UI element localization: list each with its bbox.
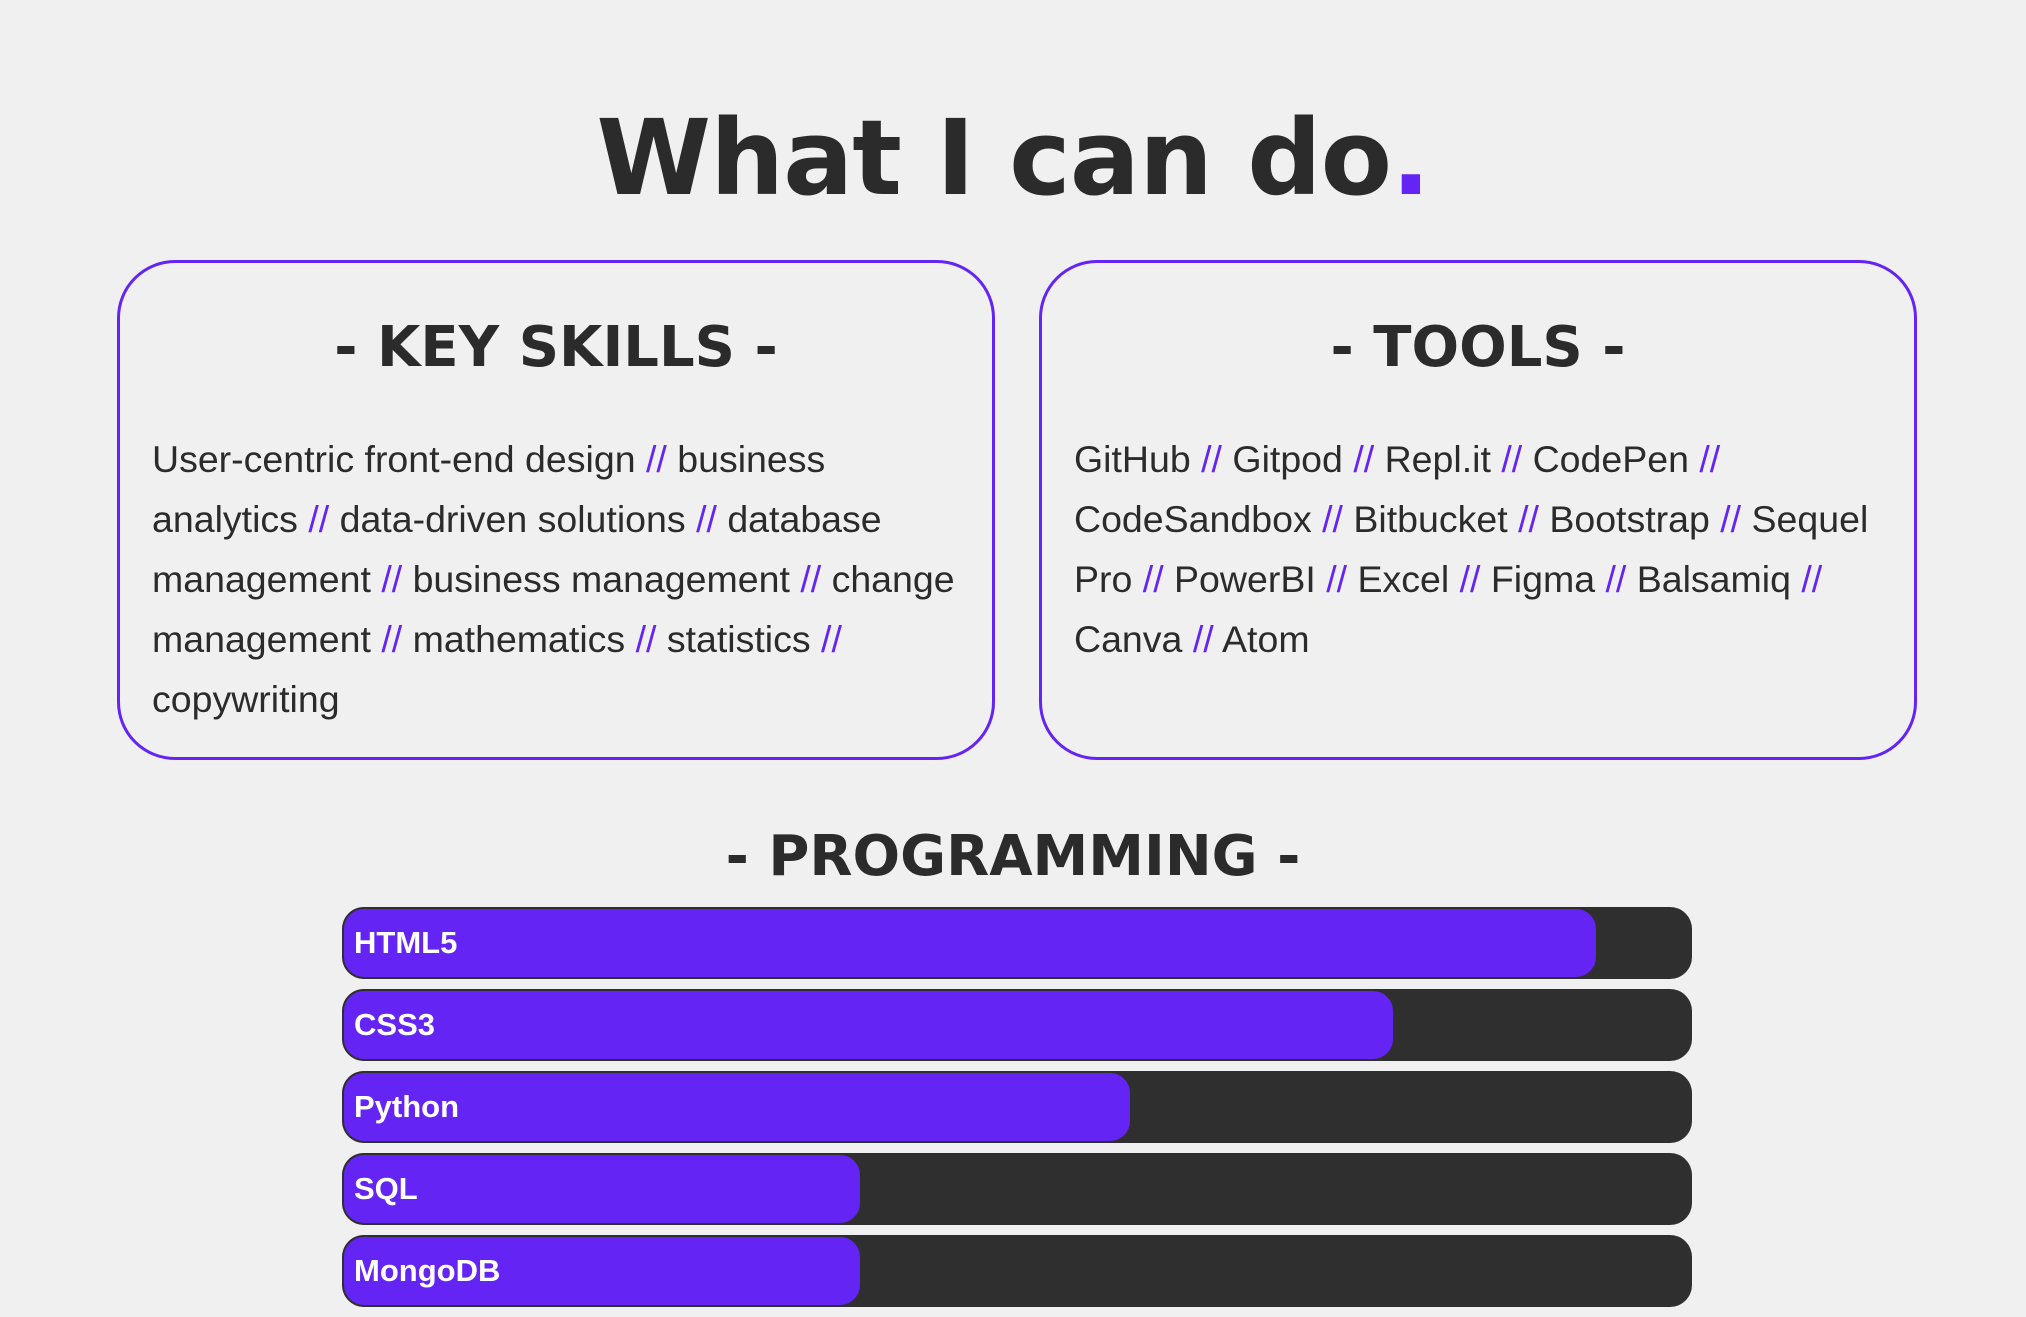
tools-card: - TOOLS - GitHub // Gitpod // Repl.it //… bbox=[1039, 260, 1917, 760]
separator: // bbox=[1720, 498, 1742, 540]
tools-item: Balsamiq bbox=[1636, 558, 1791, 600]
separator: // bbox=[1201, 438, 1222, 480]
separator: // bbox=[696, 498, 717, 540]
tools-item: Excel bbox=[1357, 558, 1450, 600]
separator: // bbox=[1322, 498, 1343, 540]
separator: // bbox=[1142, 558, 1164, 600]
skill-bar-label: SQL bbox=[354, 1171, 418, 1206]
skill-bar-fill bbox=[342, 1071, 1132, 1143]
key-skills-item: copywriting bbox=[152, 678, 340, 720]
skill-bar-label: CSS3 bbox=[354, 1007, 435, 1042]
page-title-text: What I can do bbox=[596, 96, 1392, 219]
skill-bar-label: HTML5 bbox=[354, 925, 458, 960]
tools-list: GitHub // Gitpod // Repl.it // CodePen /… bbox=[1074, 429, 1888, 669]
separator: // bbox=[1605, 558, 1627, 600]
tools-item: GitHub bbox=[1074, 438, 1191, 480]
tools-item: CodeSandbox bbox=[1074, 498, 1312, 540]
skill-bar-python: Python bbox=[342, 1071, 1692, 1143]
skill-bar-mongodb: MongoDB bbox=[342, 1235, 1692, 1307]
key-skills-list: User-centric front-end design // busines… bbox=[152, 429, 966, 729]
skill-bar-fill bbox=[342, 1153, 862, 1225]
key-skills-item: mathematics bbox=[412, 618, 626, 660]
separator: // bbox=[381, 558, 403, 600]
separator: // bbox=[1192, 618, 1214, 660]
key-skills-item: data-driven solutions bbox=[339, 498, 686, 540]
tools-item: CodePen bbox=[1532, 438, 1689, 480]
separator: // bbox=[1699, 438, 1721, 480]
separator: // bbox=[821, 618, 842, 660]
programming-bars: HTML5 CSS3 Python SQL MongoDB bbox=[342, 907, 1692, 1317]
key-skills-card: - KEY SKILLS - User-centric front-end de… bbox=[117, 260, 995, 760]
skill-bar-fill bbox=[342, 907, 1598, 979]
separator: // bbox=[1501, 438, 1523, 480]
separator: // bbox=[1801, 558, 1823, 600]
key-skills-item: statistics bbox=[666, 618, 811, 660]
tools-item: Bitbucket bbox=[1353, 498, 1508, 540]
tools-item: PowerBI bbox=[1174, 558, 1316, 600]
tools-item: Atom bbox=[1222, 618, 1310, 660]
separator: // bbox=[1518, 498, 1539, 540]
key-skills-title: - KEY SKILLS - bbox=[334, 315, 778, 380]
tools-item: Bootstrap bbox=[1549, 498, 1710, 540]
separator: // bbox=[645, 438, 667, 480]
separator: // bbox=[635, 618, 657, 660]
tools-item: Repl.it bbox=[1384, 438, 1491, 480]
tools-item: Gitpod bbox=[1232, 438, 1343, 480]
separator: // bbox=[800, 558, 822, 600]
skill-bar-fill bbox=[342, 989, 1395, 1061]
separator: // bbox=[381, 618, 403, 660]
tools-title: - TOOLS - bbox=[1330, 315, 1626, 380]
skill-bar-label: Python bbox=[354, 1089, 460, 1124]
skill-bar-sql: SQL bbox=[342, 1153, 1692, 1225]
separator: // bbox=[1459, 558, 1481, 600]
tools-item: Canva bbox=[1074, 618, 1183, 660]
separator: // bbox=[308, 498, 330, 540]
key-skills-item: User-centric front-end design bbox=[152, 438, 636, 480]
page-title-dot: . bbox=[1391, 96, 1431, 219]
skill-bar-html5: HTML5 bbox=[342, 907, 1692, 979]
separator: // bbox=[1326, 558, 1348, 600]
programming-title: - PROGRAMMING - bbox=[725, 824, 1301, 889]
separator: // bbox=[1353, 438, 1375, 480]
tools-item: Figma bbox=[1490, 558, 1596, 600]
skill-bar-css3: CSS3 bbox=[342, 989, 1692, 1061]
key-skills-item: business management bbox=[412, 558, 790, 600]
page-title: What I can do. bbox=[0, 98, 2026, 218]
skill-bar-label: MongoDB bbox=[354, 1253, 501, 1288]
